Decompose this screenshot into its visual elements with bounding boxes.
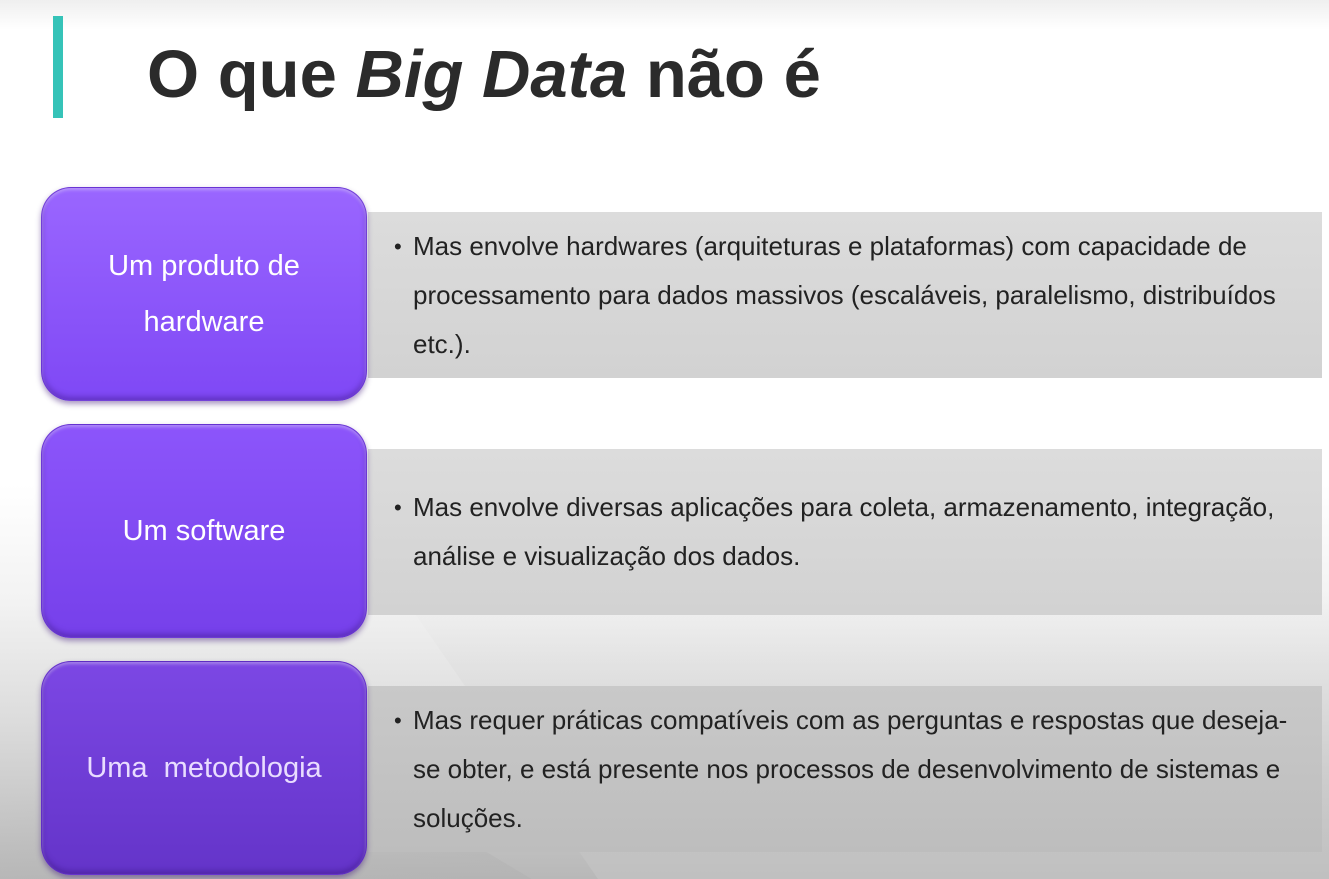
bullet-icon: • [394,233,402,259]
title-prefix: O que [147,37,356,112]
bullet-icon: • [394,495,402,520]
top-band [0,0,1329,30]
title-suffix: não é [627,37,821,112]
row-2-bullet-item: • Mas envolve diversas aplicações para c… [394,483,1302,581]
row-2-description: Mas envolve diversas aplicações para col… [413,492,1275,571]
row-2-label-box: Um software [41,424,367,638]
row-1-bullet-item: • Mas envolve hardwares (arquiteturas e … [394,222,1302,369]
row-2-label: Um software [122,515,286,547]
page-title: O que Big Data não é [147,30,821,120]
row-1-description-panel: • Mas envolve hardwares (arquiteturas e … [368,212,1322,378]
title-accent-bar [53,16,63,118]
title-emphasis: Big Data [355,37,628,112]
row-3-bullet-item: • Mas requer práticas compatíveis com as… [394,696,1302,843]
row-1-description: Mas envolve hardwares (arquiteturas e pl… [413,230,1276,359]
row-3-description-panel: • Mas requer práticas compatíveis com as… [368,686,1322,852]
row-1-label: Um produto de hardware [108,250,300,338]
row-2-description-panel: • Mas envolve diversas aplicações para c… [368,449,1322,615]
row-3-label-box: Uma metodologia [41,661,367,875]
row-3-label: Uma metodologia [86,752,322,784]
bullet-icon: • [394,707,402,733]
row-3-description: Mas requer práticas compatíveis com as p… [413,704,1288,833]
row-1-label-box: Um produto de hardware [41,187,367,401]
